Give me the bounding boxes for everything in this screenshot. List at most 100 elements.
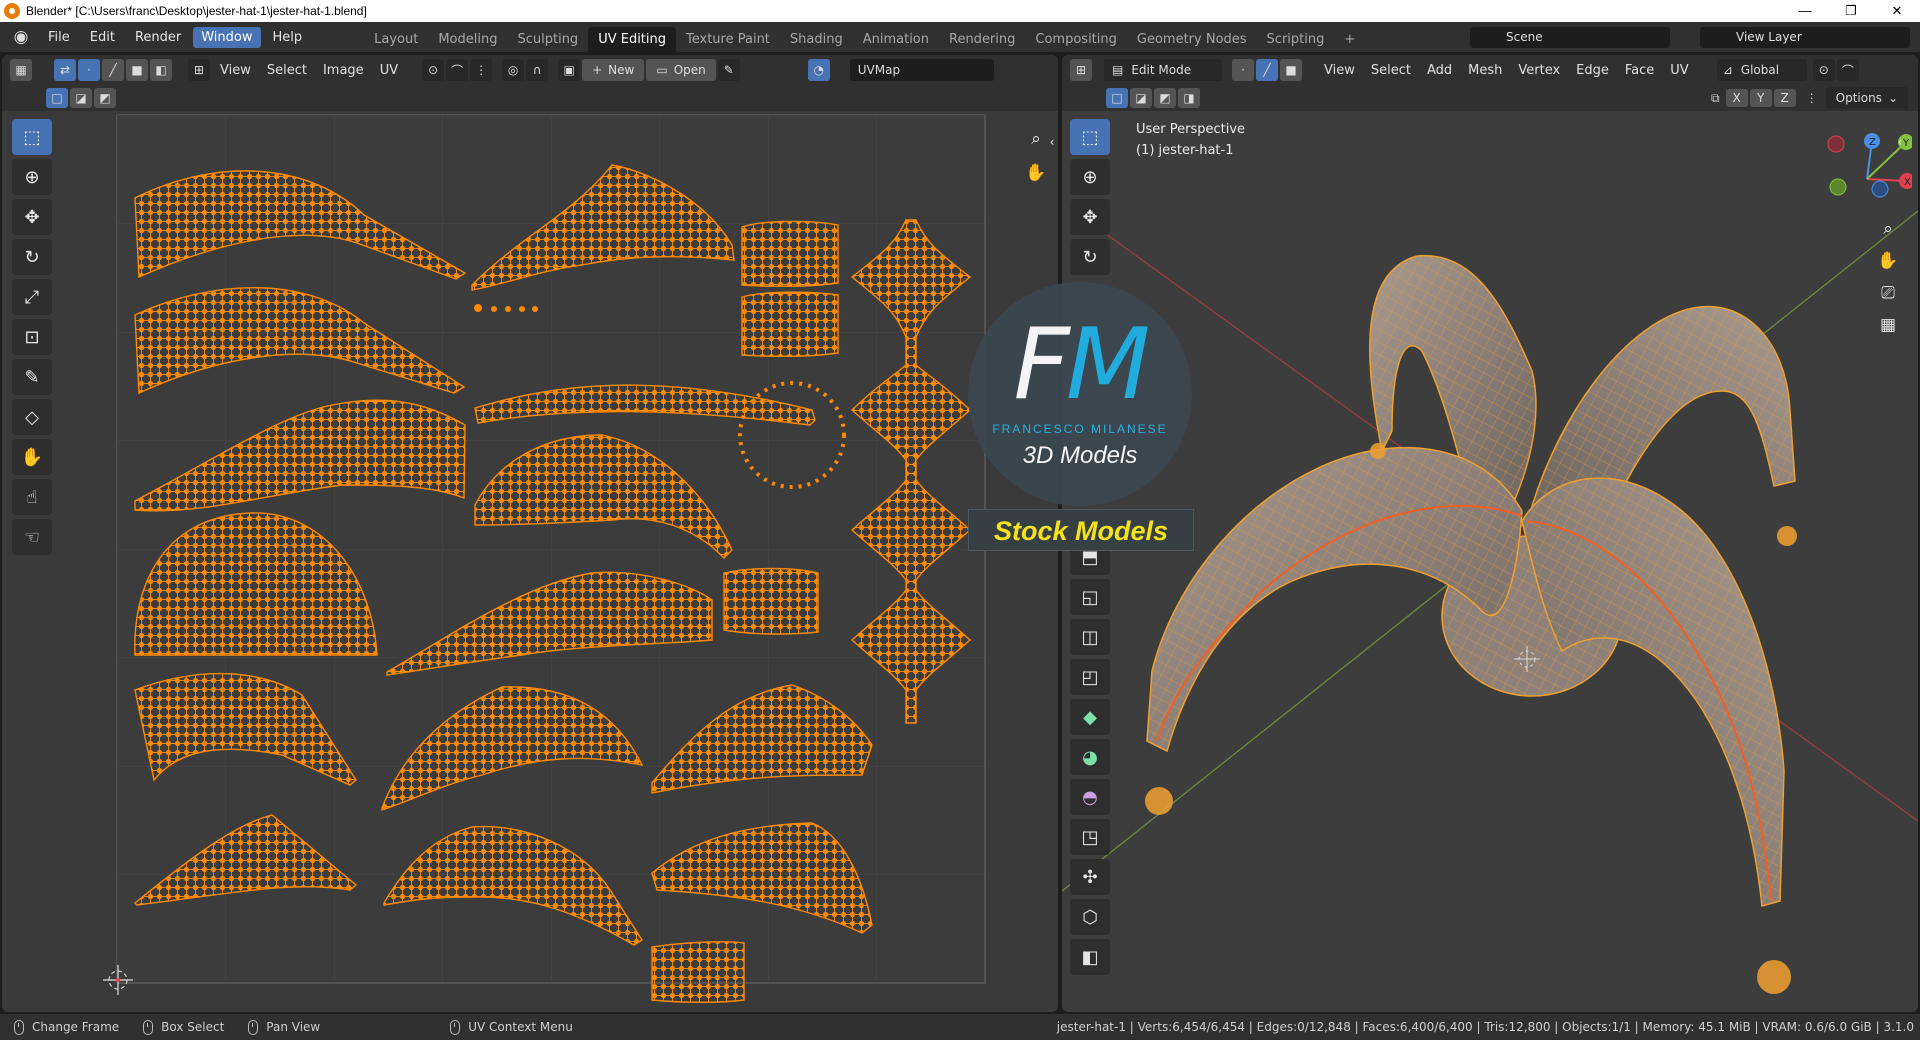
spin-tool-icon[interactable]: ◓ (1070, 779, 1110, 815)
mirror-x-toggle[interactable]: X (1725, 89, 1748, 107)
mode-label: Edit Mode (1131, 63, 1192, 77)
vp-menu-face[interactable]: Face (1617, 63, 1662, 78)
orientation-label: Global (1740, 63, 1780, 77)
menu-window[interactable]: Window (193, 26, 261, 48)
status-change-frame: Change Frame (32, 1020, 120, 1034)
mirror-z-toggle[interactable]: Z (1773, 89, 1796, 107)
uv-canvas[interactable] (2, 55, 1058, 1012)
edge-slide-tool-icon[interactable]: ✣ (1070, 859, 1110, 895)
vp-pivot-icon[interactable]: ⊙ (1812, 59, 1835, 81)
tab-scripting[interactable]: Scripting (1257, 27, 1335, 52)
vp-menu-edge[interactable]: Edge (1568, 63, 1617, 78)
menu-edit[interactable]: Edit (82, 27, 123, 48)
minimize-button[interactable]: — (1782, 0, 1828, 22)
vp-rotate-tool-icon[interactable]: ↻ (1070, 239, 1110, 275)
vp-menu-mesh[interactable]: Mesh (1460, 63, 1510, 78)
camera-view-icon[interactable]: ⎚ (1874, 279, 1902, 307)
tab-geometry-nodes[interactable]: Geometry Nodes (1127, 27, 1257, 52)
tab-layout[interactable]: Layout (364, 27, 428, 52)
smooth-tool-icon[interactable]: ◳ (1070, 819, 1110, 855)
editor-type-3d-icon[interactable]: ⊞ (1070, 59, 1092, 81)
maximize-button[interactable]: ❐ (1828, 0, 1874, 22)
3d-scene[interactable] (1062, 111, 1918, 1012)
menu-help[interactable]: Help (265, 27, 311, 48)
vp-select-new-icon[interactable]: □ (1106, 88, 1128, 108)
workspace-tabs: Layout Modeling Sculpting UV Editing Tex… (364, 22, 1365, 52)
uv-island (723, 567, 819, 635)
viewport-toolbar-lower: ⬒ ◱ ◫ ◰ ◆ ◕ ◓ ◳ ✣ ⬡ ◧ (1068, 539, 1112, 979)
vp-move-tool-icon[interactable]: ✥ (1070, 199, 1110, 235)
view-layer-name: View Layer (1736, 30, 1802, 44)
vp-menu-select[interactable]: Select (1363, 63, 1419, 78)
window-titlebar: Blender* [C:\Users\franc\Desktop\jester-… (0, 0, 1920, 22)
vertex-mode-icon[interactable]: · (1232, 59, 1254, 81)
shrink-fatten-tool-icon[interactable]: ⬡ (1070, 899, 1110, 935)
blender-logo-icon[interactable]: ◉ (10, 26, 32, 48)
vp-pan-icon[interactable]: ✋ (1874, 247, 1902, 275)
jester-hat-mesh (1145, 255, 1797, 994)
watermark-f: F (1013, 308, 1070, 422)
vp-select-extend-icon[interactable]: ◪ (1130, 88, 1152, 108)
poly-build-tool-icon[interactable]: ◕ (1070, 739, 1110, 775)
viewport-header: ⊞ ▤ Edit Mode · ╱ ■ View Select Add Mesh… (1062, 55, 1918, 85)
vp-menu-uv[interactable]: UV (1662, 63, 1696, 78)
chevron-down-icon: ⌄ (1887, 91, 1898, 105)
view-layer-selector[interactable]: View Layer (1700, 27, 1910, 48)
inset-tool-icon[interactable]: ◱ (1070, 579, 1110, 615)
add-workspace-button[interactable]: + (1334, 27, 1365, 52)
tab-uv-editing[interactable]: UV Editing (588, 27, 677, 52)
vp-collapse-sidebar-icon[interactable]: ‹ (1894, 128, 1906, 156)
uv-editor: ▦ ⇄ · ╱ ■ ◧ ⊞ View Select Image UV ⊙ ⌒ ⋮… (2, 55, 1058, 1012)
face-mode-icon[interactable]: ■ (1280, 59, 1302, 81)
vp-cursor-tool-icon[interactable]: ⊕ (1070, 159, 1110, 195)
menu-render[interactable]: Render (127, 27, 189, 48)
edge-mode-icon[interactable]: ╱ (1256, 59, 1278, 81)
tab-modeling[interactable]: Modeling (428, 27, 507, 52)
vp-snap-icon[interactable]: ⌒ (1836, 59, 1859, 81)
tab-sculpting[interactable]: Sculpting (507, 27, 588, 52)
mode-selector[interactable]: ▤ Edit Mode (1104, 59, 1222, 81)
mirror-icon[interactable]: ⧉ (1711, 91, 1720, 106)
vp-select-invert-icon[interactable]: ◨ (1178, 88, 1200, 108)
orientation-selector[interactable]: ⊿ Global (1716, 59, 1807, 81)
menu-file[interactable]: File (40, 27, 78, 48)
vp-menu-vertex[interactable]: Vertex (1510, 63, 1568, 78)
tab-texture-paint[interactable]: Texture Paint (676, 27, 780, 52)
view-perspective-label: User Perspective (1136, 122, 1246, 137)
status-box-select: Box Select (161, 1020, 225, 1034)
vp-menu-add[interactable]: Add (1419, 63, 1460, 78)
close-window-button[interactable]: ✕ (1874, 0, 1920, 22)
vp-select-subtract-icon[interactable]: ◩ (1154, 88, 1176, 108)
overlay-options-icon[interactable]: ⋮ (1806, 91, 1818, 105)
viewport-subheader: □ ◪ ◩ ◨ ⧉ X Y Z ⋮ Options ⌄ (1062, 85, 1918, 111)
watermark-monogram: FM (968, 316, 1192, 414)
perspective-toggle-icon[interactable]: ▦ (1874, 311, 1902, 339)
shear-tool-icon[interactable]: ◧ (1070, 939, 1110, 975)
tab-rendering[interactable]: Rendering (939, 27, 1025, 52)
watermark-author: FRANCESCO MILANESE (992, 422, 1168, 436)
tab-shading[interactable]: Shading (780, 27, 853, 52)
watermark-m: M (1065, 308, 1151, 422)
status-bar: Change Frame Box Select Pan View UV Cont… (0, 1014, 1920, 1040)
scene-statistics: jester-hat-1 | Verts:6,454/6,454 | Edges… (1056, 1020, 1914, 1034)
watermark-subtitle: 3D Models (1022, 442, 1138, 469)
bevel-tool-icon[interactable]: ◫ (1070, 619, 1110, 655)
loop-cut-tool-icon[interactable]: ◰ (1070, 659, 1110, 695)
watermark-stock-banner: Stock Models (968, 509, 1194, 551)
uv-island (741, 291, 839, 358)
top-bar: ◉ File Edit Render Window Help Layout Mo… (0, 22, 1920, 52)
vp-select-box-tool-icon[interactable]: ⬚ (1070, 119, 1110, 155)
uv-island (741, 220, 839, 288)
tab-compositing[interactable]: Compositing (1025, 27, 1127, 52)
scene-name: Scene (1506, 30, 1543, 44)
edit-mode-icon: ▤ (1112, 63, 1124, 77)
options-dropdown[interactable]: Options ⌄ (1825, 87, 1908, 109)
active-object-label: (1) jester-hat-1 (1136, 143, 1234, 158)
tab-animation[interactable]: Animation (853, 27, 939, 52)
mirror-y-toggle[interactable]: Y (1749, 89, 1772, 107)
watermark-logo: FM FRANCESCO MILANESE 3D Models (968, 282, 1192, 506)
vp-zoom-icon[interactable]: ⌕ (1874, 215, 1902, 243)
vp-menu-view[interactable]: View (1316, 63, 1363, 78)
knife-tool-icon[interactable]: ◆ (1070, 699, 1110, 735)
scene-selector[interactable]: Scene (1470, 27, 1670, 48)
